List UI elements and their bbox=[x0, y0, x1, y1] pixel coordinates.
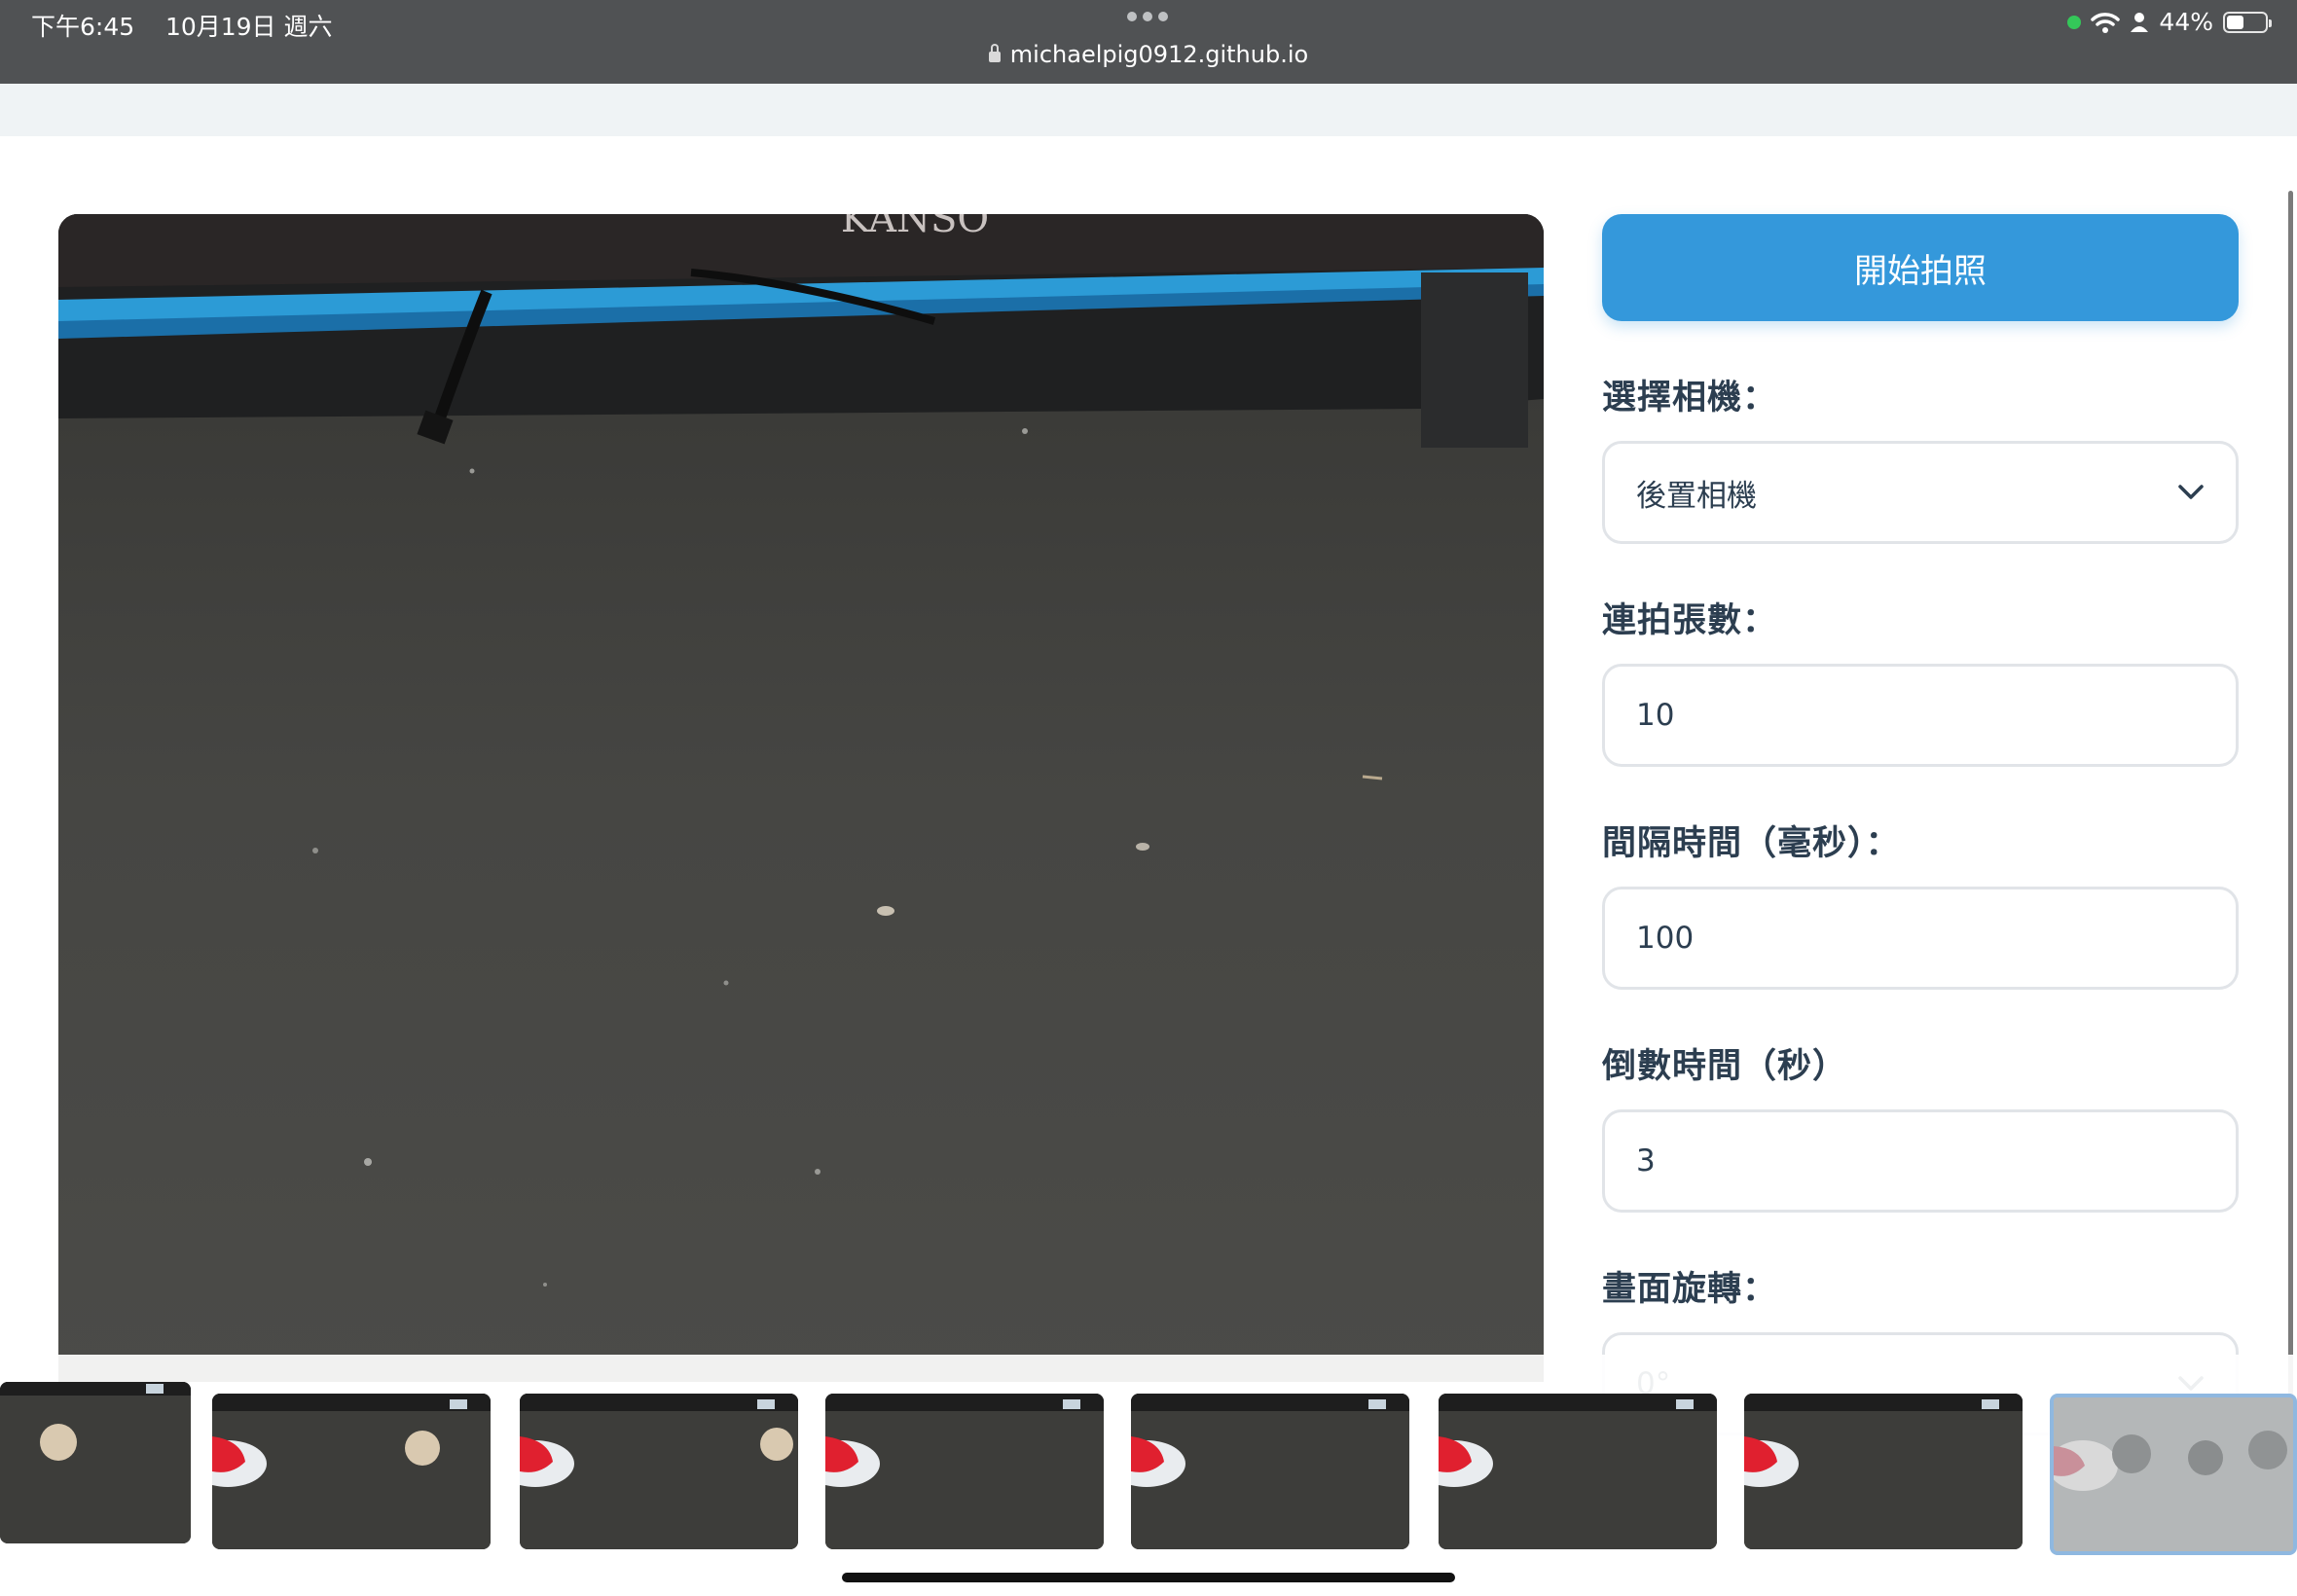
chevron-down-icon bbox=[2178, 485, 2204, 499]
controls-panel: 開始拍照 選擇相機： 後置相機 連拍張數： 10 間隔時間（毫秒）： 100 倒… bbox=[1602, 214, 2239, 1435]
interval-label: 間隔時間（毫秒）： bbox=[1602, 824, 1901, 863]
lock-icon bbox=[988, 44, 1001, 62]
battery-percent: 44% bbox=[2159, 8, 2213, 36]
rotation-label: 畫面旋轉： bbox=[1602, 1270, 1778, 1309]
interval-value: 100 bbox=[1636, 921, 1695, 956]
battery-icon bbox=[2223, 11, 2272, 33]
status-time-date: 下午6:45 10月19日 週六 bbox=[31, 8, 333, 43]
photo-thumbnail[interactable] bbox=[1744, 1394, 2023, 1549]
photo-thumbnail[interactable] bbox=[212, 1394, 491, 1549]
status-time: 下午6:45 bbox=[31, 13, 135, 41]
countdown-label: 倒數時間（秒） bbox=[1602, 1047, 1848, 1086]
photo-thumbnail-selected[interactable] bbox=[2050, 1394, 2297, 1555]
photo-thumbnail[interactable] bbox=[520, 1394, 798, 1549]
camera-preview: KANSO bbox=[58, 214, 1544, 1382]
status-date: 10月19日 週六 bbox=[164, 13, 333, 41]
photo-thumbnail[interactable] bbox=[1131, 1394, 1409, 1549]
burst-count-value: 10 bbox=[1636, 698, 1675, 733]
camera-select-label: 選擇相機： bbox=[1602, 379, 1778, 417]
camera-in-use-icon bbox=[2067, 15, 2082, 29]
burst-count-label: 連拍張數： bbox=[1602, 601, 1778, 640]
home-indicator[interactable] bbox=[842, 1573, 1455, 1582]
countdown-input[interactable]: 3 bbox=[1602, 1109, 2239, 1213]
multitasking-dots-icon[interactable] bbox=[1127, 12, 1168, 21]
url-text: michaelpig0912.github.io bbox=[1009, 41, 1309, 68]
camera-select-value: 後置相機 bbox=[1636, 478, 1757, 514]
photo-thumbnail[interactable] bbox=[1439, 1394, 1717, 1549]
wifi-icon bbox=[2091, 12, 2121, 33]
status-bar: 下午6:45 10月19日 週六 michaelpig0912.github.i… bbox=[0, 0, 2297, 84]
burst-count-input[interactable]: 10 bbox=[1602, 664, 2239, 767]
start-capture-button[interactable]: 開始拍照 bbox=[1602, 214, 2239, 321]
preview-brand-text: KANSO bbox=[841, 214, 989, 241]
status-indicators: 44% bbox=[2067, 8, 2272, 36]
photo-thumbnail-strip[interactable] bbox=[0, 1355, 2297, 1596]
photo-thumbnail[interactable] bbox=[0, 1382, 191, 1543]
camera-select[interactable]: 後置相機 bbox=[1602, 441, 2239, 544]
person-icon bbox=[2131, 12, 2149, 32]
page-header-strip bbox=[0, 84, 2297, 136]
address-bar[interactable]: michaelpig0912.github.io bbox=[0, 41, 2297, 68]
photo-thumbnail[interactable] bbox=[825, 1394, 1104, 1549]
countdown-value: 3 bbox=[1636, 1143, 1656, 1179]
scrollbar[interactable] bbox=[2288, 191, 2293, 1446]
interval-input[interactable]: 100 bbox=[1602, 887, 2239, 990]
